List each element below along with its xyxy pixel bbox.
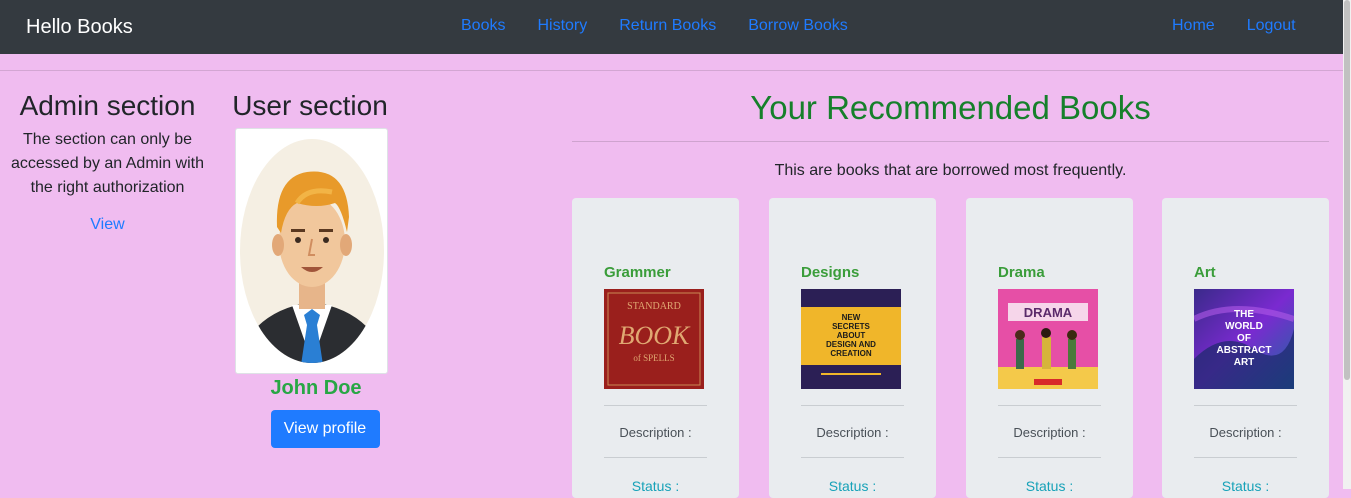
nav-link-history[interactable]: History: [537, 16, 587, 36]
svg-text:STANDARD: STANDARD: [627, 301, 681, 312]
svg-text:ABOUT: ABOUT: [837, 331, 866, 340]
book-cards: Grammer STANDARD BOOK of SPELLS Descript…: [572, 198, 1329, 498]
nav-link-books[interactable]: Books: [461, 16, 505, 36]
admin-section-text: The section can only be accessed by an A…: [11, 131, 204, 196]
book-title[interactable]: Designs: [801, 264, 859, 282]
card-divider: [801, 457, 904, 458]
view-profile-button[interactable]: View profile: [270, 410, 380, 448]
book-cover-image: DRAMA: [998, 289, 1098, 389]
svg-text:CREATION: CREATION: [830, 349, 871, 358]
svg-text:ART: ART: [1234, 357, 1255, 368]
svg-text:OF: OF: [1237, 333, 1251, 344]
recommended-divider: [572, 141, 1329, 142]
book-status-label: Status :: [828, 478, 877, 494]
card-divider: [604, 457, 707, 458]
book-cover[interactable]: THE WORLD OF ABSTRACT ART: [1194, 289, 1294, 389]
nav-link-borrow-books[interactable]: Borrow Books: [748, 16, 848, 36]
scrollbar-thumb[interactable]: [1344, 0, 1350, 380]
card-divider: [1194, 457, 1297, 458]
book-status-label: Status :: [631, 478, 680, 494]
nav-right: Home Logout: [1172, 16, 1328, 36]
recommended-section: Your Recommended Books This are books th…: [572, 88, 1329, 181]
book-status-label: Status :: [1221, 478, 1270, 494]
svg-text:ABSTRACT: ABSTRACT: [1217, 345, 1272, 356]
book-title[interactable]: Drama: [998, 264, 1045, 282]
svg-text:DRAMA: DRAMA: [1024, 305, 1073, 320]
book-status-label: Status :: [1025, 478, 1074, 494]
svg-text:WORLD: WORLD: [1225, 321, 1263, 332]
book-description-label: Description :: [1013, 425, 1086, 440]
nav-link-logout[interactable]: Logout: [1247, 16, 1296, 36]
svg-text:THE: THE: [1234, 309, 1254, 320]
avatar-illustration: [239, 139, 384, 363]
user-section-title: User section: [232, 90, 388, 121]
book-cover-image: STANDARD BOOK of SPELLS: [604, 289, 704, 389]
svg-text:of SPELLS: of SPELLS: [633, 353, 674, 363]
card-divider: [998, 457, 1101, 458]
book-cover-image: THE WORLD OF ABSTRACT ART: [1194, 289, 1294, 389]
book-card[interactable]: Art THE WORLD OF ABSTRACT ART Descriptio…: [1162, 198, 1329, 498]
book-description-label: Description :: [619, 425, 692, 440]
card-divider: [1194, 405, 1297, 406]
user-section: User section John Doe View profile: [227, 88, 397, 448]
book-card[interactable]: Designs NEW SECRETS ABOUT DESIGN AND CRE…: [769, 198, 936, 498]
avatar: [235, 128, 388, 374]
admin-section: Admin section The section can only be ac…: [0, 88, 215, 234]
nav-link-return-books[interactable]: Return Books: [619, 16, 716, 36]
card-divider: [604, 405, 707, 406]
nav-center: Books History Return Books Borrow Books: [461, 16, 880, 36]
brand-link[interactable]: Hello Books: [26, 15, 133, 39]
book-cover[interactable]: DRAMA: [998, 289, 1098, 389]
user-name: John Doe: [270, 377, 362, 399]
book-cover[interactable]: STANDARD BOOK of SPELLS: [604, 289, 704, 389]
book-description-label: Description :: [816, 425, 889, 440]
svg-text:SECRETS: SECRETS: [832, 322, 870, 331]
svg-text:NEW: NEW: [842, 313, 861, 322]
navbar: Hello Books Books History Return Books B…: [0, 0, 1343, 54]
recommended-subtitle: This are books that are borrowed most fr…: [774, 162, 1127, 179]
recommended-title: Your Recommended Books: [750, 89, 1151, 126]
book-title[interactable]: Art: [1194, 264, 1216, 282]
card-divider: [998, 405, 1101, 406]
book-cover-image: NEW SECRETS ABOUT DESIGN AND CREATION: [801, 289, 901, 389]
book-description-label: Description :: [1209, 425, 1282, 440]
svg-text:BOOK: BOOK: [619, 321, 691, 350]
scrollbar[interactable]: [1343, 0, 1351, 489]
admin-view-link[interactable]: View: [90, 216, 124, 234]
book-card[interactable]: Grammer STANDARD BOOK of SPELLS Descript…: [572, 198, 739, 498]
divider: [0, 70, 1343, 71]
book-cover[interactable]: NEW SECRETS ABOUT DESIGN AND CREATION: [801, 289, 901, 389]
admin-section-title: Admin section: [19, 90, 196, 121]
nav-link-home[interactable]: Home: [1172, 16, 1215, 36]
book-title[interactable]: Grammer: [604, 264, 671, 282]
svg-text:DESIGN AND: DESIGN AND: [826, 340, 876, 349]
card-divider: [801, 405, 904, 406]
book-card[interactable]: Drama DRAMA Description : Status :: [966, 198, 1133, 498]
